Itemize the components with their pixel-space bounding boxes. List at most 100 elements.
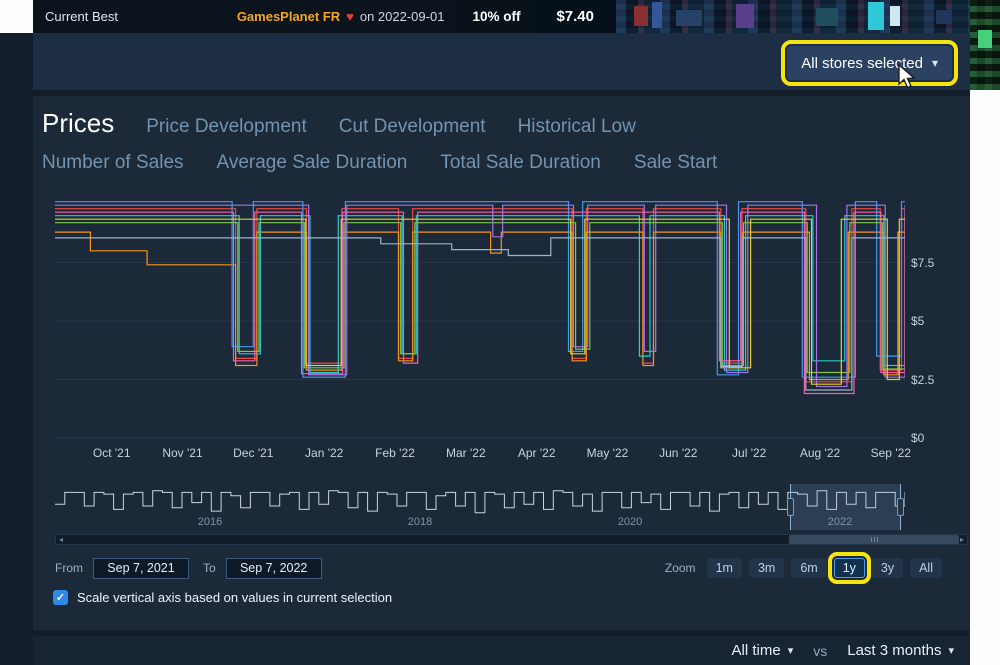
tab-number-of-sales[interactable]: Number of Sales (42, 152, 184, 174)
page-margin-top-left (0, 0, 33, 33)
banner-art-right (970, 0, 1000, 90)
prices-panel: Prices Price Development Cut Development… (33, 96, 970, 630)
x-axis-tick-label: Dec '21 (233, 446, 273, 460)
banner-pixel (890, 6, 900, 26)
scrollbar-thumb[interactable] (789, 535, 959, 544)
screenshot-root: Current Best GamesPlanet FR ♥ on 2022-09… (0, 0, 1000, 665)
zoom-1y-button[interactable]: 1y (834, 558, 865, 578)
banner-pixel (652, 2, 662, 28)
zoom-all-button[interactable]: All (910, 558, 942, 578)
navigator-year-label: 2022 (828, 516, 852, 528)
x-axis-tick-label: Jul '22 (732, 446, 766, 460)
banner-pixel (936, 10, 952, 24)
current-best-price: $7.40 (534, 0, 616, 33)
y-axis-tick-label: $0 (911, 431, 924, 445)
zoom-1m-button[interactable]: 1m (707, 558, 742, 578)
price-series-line (55, 202, 905, 378)
x-axis-tick-label: Nov '21 (162, 446, 202, 460)
scrollbar-grip (874, 537, 875, 542)
tab-price-development[interactable]: Price Development (146, 116, 307, 138)
price-history-chart[interactable] (55, 200, 905, 440)
stores-dropdown-label: All stores selected (801, 55, 923, 72)
current-best-bar: Current Best GamesPlanet FR ♥ on 2022-09… (33, 0, 616, 33)
y-axis-labels: $7.5$5$2.5$0 (905, 200, 967, 440)
scrollbar-right-arrow-icon[interactable]: ▸ (960, 534, 964, 545)
scale-axis-option: ✓ Scale vertical axis based on values in… (53, 590, 392, 605)
tab-prices[interactable]: Prices (42, 108, 114, 139)
x-axis-tick-label: Aug '22 (800, 446, 840, 460)
current-best-cut-badge: 10% off (458, 0, 534, 33)
zoom-controls: Zoom 1m 3m 6m 1y 3y All (665, 558, 942, 578)
scrollbar-left-arrow-icon[interactable]: ◂ (59, 534, 63, 545)
banner-pixel (816, 8, 838, 26)
stores-dropdown-button[interactable]: All stores selected ▾ (787, 46, 952, 80)
x-axis-tick-label: Mar '22 (446, 446, 486, 460)
tab-cut-development[interactable]: Cut Development (339, 116, 486, 138)
zoom-6m-button[interactable]: 6m (791, 558, 826, 578)
compare-left-label: All time (732, 642, 781, 659)
chevron-down-icon: ▾ (932, 56, 938, 70)
tab-historical-low[interactable]: Historical Low (518, 116, 636, 138)
price-series-line (55, 209, 905, 382)
x-axis-tick-label: Apr '22 (518, 446, 556, 460)
price-series-line (55, 216, 905, 373)
x-axis-tick-label: Oct '21 (93, 446, 131, 460)
stores-toolbar: All stores selected ▾ (33, 33, 970, 90)
compare-vs-label: vs (813, 643, 827, 659)
zoom-label: Zoom (665, 561, 696, 575)
price-series-line (55, 212, 905, 393)
tabs-row-2: Number of Sales Average Sale Duration To… (42, 152, 717, 174)
scrollbar-grip (877, 537, 878, 542)
y-axis-tick-label: $5 (911, 314, 924, 328)
banner-pixel (676, 10, 702, 26)
tab-total-sale-duration[interactable]: Total Sale Duration (440, 152, 601, 174)
navigator-year-label: 2016 (198, 516, 222, 528)
to-date-input[interactable]: Sep 7, 2022 (226, 558, 322, 579)
current-best-date: on 2022-09-01 (360, 9, 445, 24)
x-axis-tick-label: Sep '22 (871, 446, 911, 460)
chart-navigator[interactable]: 2016 2018 2020 2022 (55, 484, 905, 530)
x-axis-tick-label: Jun '22 (659, 446, 697, 460)
chevron-down-icon: ▾ (788, 644, 794, 657)
price-series-line (55, 232, 905, 379)
date-range-controls: From Sep 7, 2021 To Sep 7, 2022 Zoom 1m … (55, 556, 968, 580)
y-axis-tick-label: $2.5 (911, 373, 934, 387)
comparison-bar: All time ▾ vs Last 3 months ▾ (33, 636, 970, 665)
navigator-handle-right[interactable] (897, 498, 904, 516)
x-axis-labels: Oct '21 Nov '21 Dec '21 Jan '22 Feb '22 Mar '… (55, 446, 905, 462)
current-best-label: Current Best (45, 9, 118, 24)
tabs-row-1: Prices Price Development Cut Development… (42, 108, 636, 139)
banner-pixel (978, 30, 992, 48)
banner-pixel (736, 4, 754, 28)
x-axis-tick-label: Jan '22 (305, 446, 343, 460)
page-margin-right (970, 90, 1000, 665)
navigator-year-label: 2018 (408, 516, 432, 528)
tab-sale-start[interactable]: Sale Start (634, 152, 717, 174)
scale-axis-checkbox-label: Scale vertical axis based on values in c… (77, 590, 392, 605)
heart-icon[interactable]: ♥ (346, 9, 354, 24)
compare-left-dropdown[interactable]: All time ▾ (732, 642, 794, 659)
navigator-step-line (55, 491, 905, 513)
x-axis-tick-label: May '22 (587, 446, 629, 460)
x-axis-tick-label: Feb '22 (375, 446, 415, 460)
from-date-input[interactable]: Sep 7, 2021 (93, 558, 189, 579)
price-series-line (55, 219, 905, 384)
banner-pixel (868, 2, 884, 30)
y-axis-tick-label: $7.5 (911, 256, 934, 270)
banner-pixel (634, 6, 648, 26)
chart-scrollbar[interactable]: ◂ ▸ (55, 534, 968, 545)
scale-axis-checkbox[interactable]: ✓ (53, 590, 68, 605)
navigator-handle-left[interactable] (787, 498, 794, 516)
tab-average-sale-duration[interactable]: Average Sale Duration (217, 152, 408, 174)
zoom-3y-button[interactable]: 3y (872, 558, 903, 578)
compare-right-label: Last 3 months (847, 642, 941, 659)
price-series-line (55, 223, 905, 373)
compare-right-dropdown[interactable]: Last 3 months ▾ (847, 642, 954, 659)
navigator-overview-line (55, 484, 905, 530)
zoom-3m-button[interactable]: 3m (749, 558, 784, 578)
from-label: From (55, 561, 83, 575)
game-banner-image (616, 0, 970, 33)
scrollbar-grip (871, 537, 872, 542)
store-link[interactable]: GamesPlanet FR (237, 9, 340, 24)
price-series-line (55, 238, 905, 390)
